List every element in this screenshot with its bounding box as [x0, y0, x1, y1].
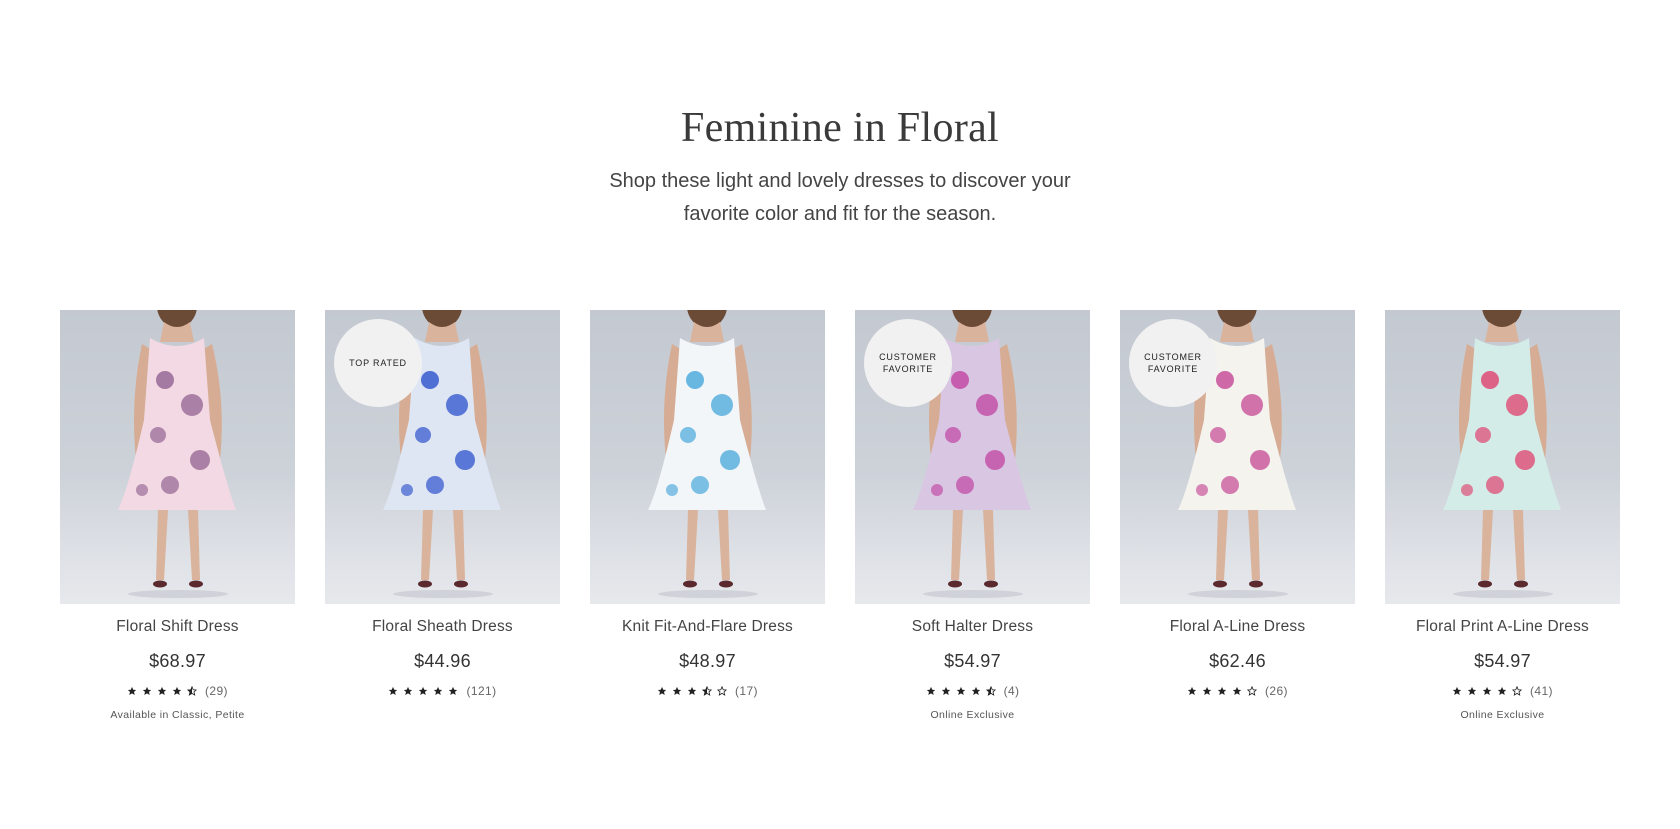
star-filled-icon [971, 686, 980, 695]
rating-count: (26) [1265, 684, 1288, 698]
product-note: Online Exclusive [1460, 709, 1545, 721]
star-filled-icon [389, 686, 398, 695]
rating-count: (17) [735, 684, 758, 698]
product-name-link[interactable]: Floral Sheath Dress [325, 617, 560, 637]
product-name-link[interactable]: Floral Shift Dress [60, 617, 295, 637]
product-price: $68.97 [149, 651, 206, 671]
dress-model-illustration [648, 310, 766, 598]
star-filled-icon [1482, 686, 1492, 695]
product-card[interactable]: Customer Favorite Soft Halter Dress $54.97… [855, 310, 1090, 730]
product-name-link[interactable]: Knit Fit-And-Flare Dress [590, 617, 825, 637]
floral-collection-section: Feminine in Floral Shop these light and … [0, 0, 1680, 829]
product-note: Available in Classic, Petite [110, 709, 245, 721]
product-image[interactable]: Customer Favorite [855, 310, 1090, 604]
product-image[interactable]: Top Rated [325, 310, 560, 604]
rating-count: (29) [205, 684, 228, 698]
product-rating[interactable]: (29) [60, 683, 295, 699]
product-card[interactable]: Floral Print A-Line Dress $54.97 (41) Onlin… [1385, 310, 1620, 730]
product-badge: Top Rated [334, 319, 422, 407]
star-filled-icon [172, 686, 182, 695]
star-filled-icon [672, 686, 682, 695]
dress-model-illustration [118, 310, 236, 598]
product-rating[interactable]: (4) [855, 683, 1090, 699]
rating-count: (4) [1003, 684, 1020, 698]
star-filled-icon [956, 686, 965, 695]
star-filled-icon [1467, 686, 1477, 695]
star-filled-icon [657, 686, 667, 695]
star-filled-icon [941, 686, 950, 695]
product-rating[interactable]: (17) [590, 683, 825, 699]
star-filled-icon [449, 686, 458, 695]
star-filled-icon [1232, 686, 1242, 695]
product-badge: Customer Favorite [1129, 319, 1217, 407]
product-image[interactable] [590, 310, 825, 604]
star-filled-icon [1497, 686, 1507, 695]
product-card[interactable]: Top Rated Floral Sheath Dress $44.96 (121) [325, 310, 560, 730]
star-filled-icon [434, 686, 443, 695]
rating-stars [388, 686, 458, 696]
star-filled-icon [127, 686, 137, 695]
product-card[interactable]: Floral Shift Dress $68.97 (29) Available in… [60, 310, 295, 730]
product-rating[interactable]: (26) [1120, 683, 1355, 699]
product-rating[interactable]: (41) [1385, 683, 1620, 699]
rating-stars [127, 686, 198, 696]
rating-count: (41) [1530, 684, 1553, 698]
star-filled-icon [404, 686, 413, 695]
product-price: $54.97 [1474, 651, 1531, 671]
star-filled-icon [926, 686, 935, 695]
star-filled-icon [157, 686, 167, 695]
star-half-icon [187, 686, 198, 696]
rating-stars [657, 686, 728, 696]
star-filled-icon [142, 686, 152, 695]
star-filled-icon [1217, 686, 1227, 695]
dress-model-illustration [1443, 310, 1561, 598]
product-rating[interactable]: (121) [325, 683, 560, 699]
rating-stars [926, 686, 996, 696]
product-price: $48.97 [679, 651, 736, 671]
star-half-icon [702, 686, 713, 696]
product-badge: Customer Favorite [864, 319, 952, 407]
product-image[interactable]: Customer Favorite [1120, 310, 1355, 604]
product-note: Online Exclusive [930, 709, 1015, 721]
star-filled-icon [1452, 686, 1462, 695]
section-subtitle: Shop these light and lovely dresses to d… [609, 170, 1071, 225]
product-grid: Floral Shift Dress $68.97 (29) Available in… [60, 310, 1621, 730]
product-image[interactable] [60, 310, 295, 604]
product-image[interactable] [1385, 310, 1620, 604]
star-filled-icon [1187, 686, 1197, 695]
rating-count: (121) [466, 684, 497, 698]
product-name-link[interactable]: Soft Halter Dress [855, 617, 1090, 637]
section-title: Feminine in Floral [680, 105, 1000, 151]
star-empty-icon [717, 686, 728, 696]
star-empty-icon [1247, 686, 1258, 696]
star-filled-icon [1202, 686, 1212, 695]
star-filled-icon [687, 686, 697, 695]
product-name-link[interactable]: Floral Print A-Line Dress [1385, 617, 1620, 637]
rating-stars [1452, 686, 1523, 696]
product-card[interactable]: Knit Fit-And-Flare Dress $48.97 (17) [590, 310, 825, 730]
star-filled-icon [419, 686, 428, 695]
product-price: $54.97 [944, 651, 1001, 671]
product-name-link[interactable]: Floral A-Line Dress [1120, 617, 1355, 637]
product-price: $44.96 [414, 651, 471, 671]
star-empty-icon [1512, 686, 1523, 696]
star-half-icon [985, 686, 996, 696]
product-card[interactable]: Customer Favorite Floral A-Line Dress $62.… [1120, 310, 1355, 730]
rating-stars [1187, 686, 1258, 696]
product-price: $62.46 [1209, 651, 1266, 671]
